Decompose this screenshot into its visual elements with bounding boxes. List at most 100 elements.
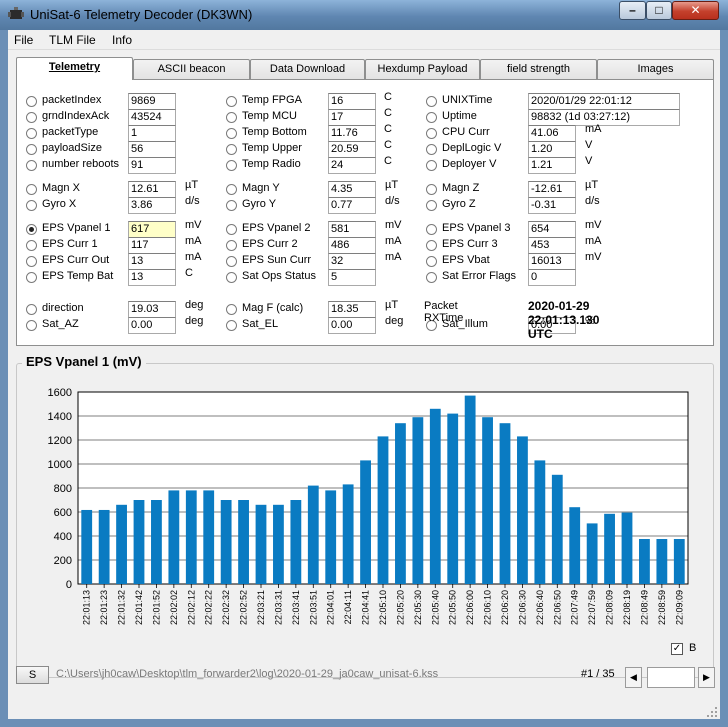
unit-gyro-y: d/s [385,195,400,207]
close-button[interactable]: ✕ [672,1,719,20]
unit-eps-vbat: mV [585,251,602,263]
label-grndindexack: grndIndexAck [42,110,110,122]
label-eps-vpanel-2: EPS Vpanel 2 [242,222,311,234]
bar [238,500,249,584]
menu-file[interactable]: File [14,33,33,47]
radio-temp-mcu[interactable] [226,112,237,123]
radio-packetindex[interactable] [26,96,37,107]
radio-packettype[interactable] [26,128,37,139]
value-depllogic-v: 1.20 [528,141,576,158]
x-tick-label: 22:03:31 [273,590,283,625]
x-tick-label: 22:09:09 [674,590,684,625]
value-eps-vpanel-2: 581 [328,221,376,238]
radio-magn-z[interactable] [426,184,437,195]
radio-magn-x[interactable] [26,184,37,195]
series-b-checkbox[interactable]: ✓ [671,643,683,655]
label-temp-upper: Temp Upper [242,142,302,154]
label-depllogic-v: DeplLogic V [442,142,502,154]
x-tick-label: 22:02:32 [221,590,231,625]
packet-scroll-thumb[interactable] [647,667,695,688]
radio-magn-y[interactable] [226,184,237,195]
radio-gyro-z[interactable] [426,200,437,211]
radio-direction[interactable] [26,304,37,315]
unit-eps-sun-curr: mA [385,251,402,263]
tab-data-download[interactable]: Data Download [250,59,365,79]
value-packetindex: 9869 [128,93,176,110]
value-uptime: 98832 (1d 03:27:12) [528,109,680,126]
radio-mag-f-calc[interactable] [226,304,237,315]
bar [360,460,371,584]
tab-images[interactable]: Images [597,59,714,79]
radio-eps-vpanel-1[interactable] [26,224,37,235]
x-tick-label: 22:01:52 [151,590,161,625]
value-sat-el: 0.00 [328,317,376,334]
value-temp-fpga: 16 [328,93,376,110]
radio-sat-ops-status[interactable] [226,272,237,283]
x-tick-label: 22:07:49 [570,590,580,625]
label-eps-vpanel-3: EPS Vpanel 3 [442,222,511,234]
y-tick-label: 200 [54,555,72,567]
x-tick-label: 22:04:01 [326,590,336,625]
bar [569,507,581,584]
radio-number-reboots[interactable] [26,160,37,171]
value-temp-upper: 20.59 [328,141,376,158]
radio-sat-error-flags[interactable] [426,272,437,283]
radio-gyro-x[interactable] [26,200,37,211]
unit-eps-temp-bat: C [185,267,193,279]
radio-gyro-y[interactable] [226,200,237,211]
label-temp-bottom: Temp Bottom [242,126,307,138]
radio-payloadsize[interactable] [26,144,37,155]
menu-tlm-file[interactable]: TLM File [49,33,96,47]
radio-sat-az[interactable] [26,320,37,331]
tab-field-strength[interactable]: field strength [480,59,597,79]
s-button[interactable]: S [16,666,49,684]
title-bar[interactable]: UniSat-6 Telemetry Decoder (DK3WN) – □ ✕ [0,0,728,30]
radio-sat-el[interactable] [226,320,237,331]
radio-deployer-v[interactable] [426,160,437,171]
bar [220,500,232,584]
maximize-button[interactable]: □ [646,1,672,20]
radio-temp-bottom[interactable] [226,128,237,139]
label-eps-vbat: EPS Vbat [442,254,490,266]
label-eps-curr-1: EPS Curr 1 [42,238,98,250]
radio-depllogic-v[interactable] [426,144,437,155]
unit-eps-curr-2: mA [385,235,402,247]
radio-grndindexack[interactable] [26,112,37,123]
radio-temp-radio[interactable] [226,160,237,171]
radio-eps-curr-3[interactable] [426,240,437,251]
value-temp-mcu: 17 [328,109,376,126]
radio-eps-temp-bat[interactable] [26,272,37,283]
minimize-button[interactable]: – [619,1,646,20]
tab-hexdump-payload[interactable]: Hexdump Payload [365,59,480,79]
radio-uptime[interactable] [426,112,437,123]
radio-temp-upper[interactable] [226,144,237,155]
radio-unixtime[interactable] [426,96,437,107]
label-sat-el: Sat_EL [242,318,279,330]
value-packettype: 1 [128,125,176,142]
unit-cpu-curr: mA [585,123,602,135]
radio-eps-sun-curr[interactable] [226,256,237,267]
radio-eps-curr-2[interactable] [226,240,237,251]
radio-eps-curr-1[interactable] [26,240,37,251]
bar [429,408,441,584]
scroll-right-icon[interactable]: ▶ [698,667,715,688]
radio-eps-vbat[interactable] [426,256,437,267]
x-tick-label: 22:08:59 [657,590,667,625]
label-temp-fpga: Temp FPGA [242,94,302,106]
radio-eps-vpanel-2[interactable] [226,224,237,235]
unit-eps-vpanel-2: mV [385,219,402,231]
unit-temp-fpga: C [384,91,392,103]
radio-eps-vpanel-3[interactable] [426,224,437,235]
radio-eps-curr-out[interactable] [26,256,37,267]
label-magn-x: Magn X [42,182,80,194]
radio-temp-fpga[interactable] [226,96,237,107]
scroll-left-icon[interactable]: ◀ [625,667,642,688]
value-eps-curr-out: 13 [128,253,176,270]
bar [551,474,563,584]
bar [499,423,511,584]
tab-telemetry[interactable]: Telemetry [16,57,133,80]
radio-cpu-curr[interactable] [426,128,437,139]
resize-grip-icon[interactable] [706,706,718,718]
tab-ascii-beacon[interactable]: ASCII beacon [133,59,250,79]
menu-info[interactable]: Info [112,33,132,47]
